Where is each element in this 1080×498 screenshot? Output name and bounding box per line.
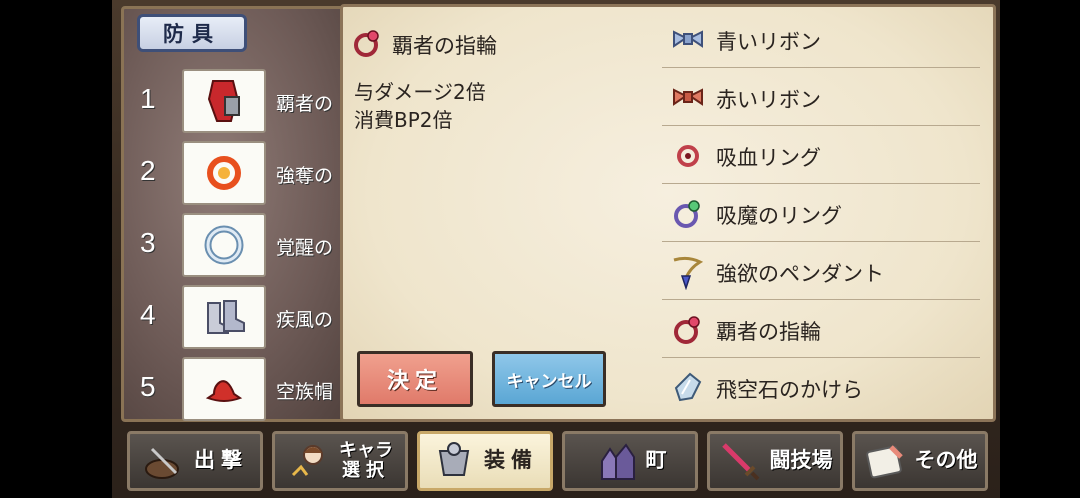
slot-number: 5 bbox=[140, 371, 156, 402]
game-screen: 防具 1 覇者の 2 強奪の 3 覚醒の 4 疾風の 5 空族帽 覇者の指輪 与… bbox=[0, 0, 1080, 498]
equipment-slot-3[interactable]: 3 覚醒の bbox=[130, 213, 360, 277]
red-ribbon-icon bbox=[673, 88, 703, 106]
armor-red-cape-icon bbox=[182, 69, 266, 133]
blue-ribbon-icon bbox=[673, 30, 703, 48]
equipment-slot-1[interactable]: 1 覇者の bbox=[130, 69, 360, 133]
item-label: 強欲のペンダント bbox=[716, 262, 884, 286]
sword-icon bbox=[721, 443, 759, 481]
slot-number: 1 bbox=[140, 83, 156, 114]
fire-ring-icon bbox=[182, 141, 266, 205]
nav-equipment-button[interactable]: 装備 bbox=[417, 431, 553, 491]
item-row-crystal-shard[interactable]: 飛空石のかけら bbox=[662, 358, 980, 416]
category-title: 防具 bbox=[137, 14, 247, 52]
effect-line-2: 消費BP2倍 bbox=[354, 108, 453, 132]
nav-other-button[interactable]: その他 bbox=[852, 431, 988, 491]
scroll-icon bbox=[865, 445, 903, 479]
equipment-slot-2[interactable]: 2 強奪の bbox=[130, 141, 360, 205]
item-label: 青いリボン bbox=[716, 30, 821, 54]
slot-label: 覚醒の bbox=[276, 237, 334, 259]
nav-label: 出撃 bbox=[194, 448, 248, 473]
nav-character-select-button[interactable]: キャラ 選択 bbox=[272, 431, 408, 491]
equipment-slot-5[interactable]: 5 空族帽 bbox=[130, 357, 360, 421]
nav-label: 闘技場 bbox=[769, 448, 833, 473]
nav-arena-button[interactable]: 闘技場 bbox=[707, 431, 843, 491]
sortie-icon bbox=[145, 447, 179, 479]
town-icon bbox=[600, 443, 635, 480]
mana-ring-icon bbox=[674, 200, 700, 228]
ruby-ring-icon bbox=[674, 316, 700, 344]
item-label: 吸血リング bbox=[716, 146, 821, 170]
item-label: 吸魔のリング bbox=[716, 204, 842, 228]
slot-label: 空族帽 bbox=[276, 381, 334, 403]
confirm-button[interactable]: 決定 bbox=[357, 351, 473, 407]
wind-boots-icon bbox=[182, 285, 266, 349]
item-row-pendant[interactable]: 強欲のペンダント bbox=[662, 242, 980, 300]
nav-label: キャラ 選択 bbox=[339, 441, 393, 481]
item-row-mana-ring[interactable]: 吸魔のリング bbox=[662, 184, 980, 242]
item-row-blue-ribbon[interactable]: 青いリボン bbox=[662, 10, 980, 68]
cancel-button[interactable]: キャンセル bbox=[492, 351, 606, 407]
nav-label: 町 bbox=[645, 448, 667, 473]
equipment-slot-4[interactable]: 4 疾風の bbox=[130, 285, 360, 349]
item-row-red-ribbon[interactable]: 赤いリボン bbox=[662, 68, 980, 126]
nav-label-line-2: 選択 bbox=[342, 460, 390, 481]
nav-label-line-1: キャラ bbox=[339, 440, 393, 462]
slot-number: 2 bbox=[140, 155, 156, 186]
item-row-blood-ring[interactable]: 吸血リング bbox=[662, 126, 980, 184]
crystal-shard-icon bbox=[674, 372, 702, 402]
slot-label: 覇者の bbox=[276, 93, 334, 115]
blood-ring-icon bbox=[677, 145, 699, 167]
item-row-ruby-ring[interactable]: 覇者の指輪 bbox=[662, 300, 980, 358]
slot-number: 4 bbox=[140, 299, 156, 330]
nav-town-button[interactable]: 町 bbox=[562, 431, 698, 491]
slot-label: 強奪の bbox=[276, 165, 334, 187]
equipment-icon bbox=[438, 442, 470, 476]
slot-label: 疾風の bbox=[276, 309, 334, 331]
red-hat-icon bbox=[182, 357, 266, 421]
item-label: 飛空石のかけら bbox=[716, 378, 863, 402]
ruby-ring-icon bbox=[354, 30, 379, 57]
nav-label: その他 bbox=[914, 448, 978, 473]
slot-number: 3 bbox=[140, 227, 156, 258]
pendant-icon bbox=[673, 256, 704, 290]
item-label: 赤いリボン bbox=[716, 88, 821, 112]
silver-ring-icon bbox=[182, 213, 266, 277]
selected-item-name: 覇者の指輪 bbox=[392, 34, 497, 58]
item-label: 覇者の指輪 bbox=[716, 320, 821, 344]
nav-label: 装備 bbox=[484, 448, 538, 473]
character-select-icon bbox=[291, 445, 323, 477]
effect-line-1: 与ダメージ2倍 bbox=[354, 80, 486, 104]
nav-sortie-button[interactable]: 出撃 bbox=[127, 431, 263, 491]
